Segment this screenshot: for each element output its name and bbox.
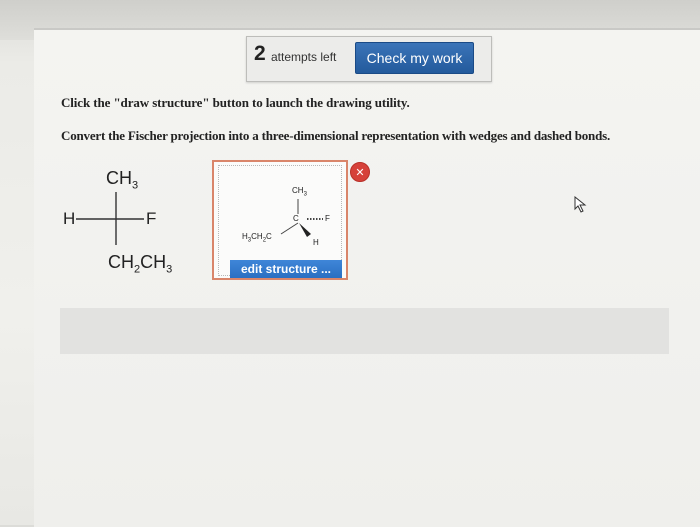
instruction-draw-structure: Click the "draw structure" button to lau… — [61, 95, 410, 110]
close-icon[interactable]: ✕ — [350, 162, 370, 182]
edit-structure-button[interactable]: edit structure ... — [230, 260, 342, 278]
structure-top-label: CH3 — [292, 186, 307, 198]
fischer-projection: CH3 H F CH2CH3 — [60, 160, 210, 280]
fischer-left-group: H — [63, 209, 76, 228]
fischer-bottom-group: CH2CH3 — [108, 252, 173, 276]
structure-dash-label: F — [325, 214, 330, 223]
structure-center-label: C — [293, 214, 299, 223]
fischer-right-group: F — [146, 209, 157, 228]
mouse-cursor-icon — [574, 196, 587, 213]
attempts-label: attempts left — [271, 50, 337, 64]
structure-left-label: H3CH2C — [242, 232, 272, 244]
attempts-count: 2 — [254, 42, 266, 65]
response-area — [60, 308, 669, 354]
structure-wedge-label: H — [313, 238, 319, 247]
check-my-work-button[interactable]: Check my work — [355, 42, 474, 74]
instruction-convert-fischer: Convert the Fischer projection into a th… — [61, 128, 611, 143]
fischer-top-group: CH3 — [106, 168, 139, 192]
